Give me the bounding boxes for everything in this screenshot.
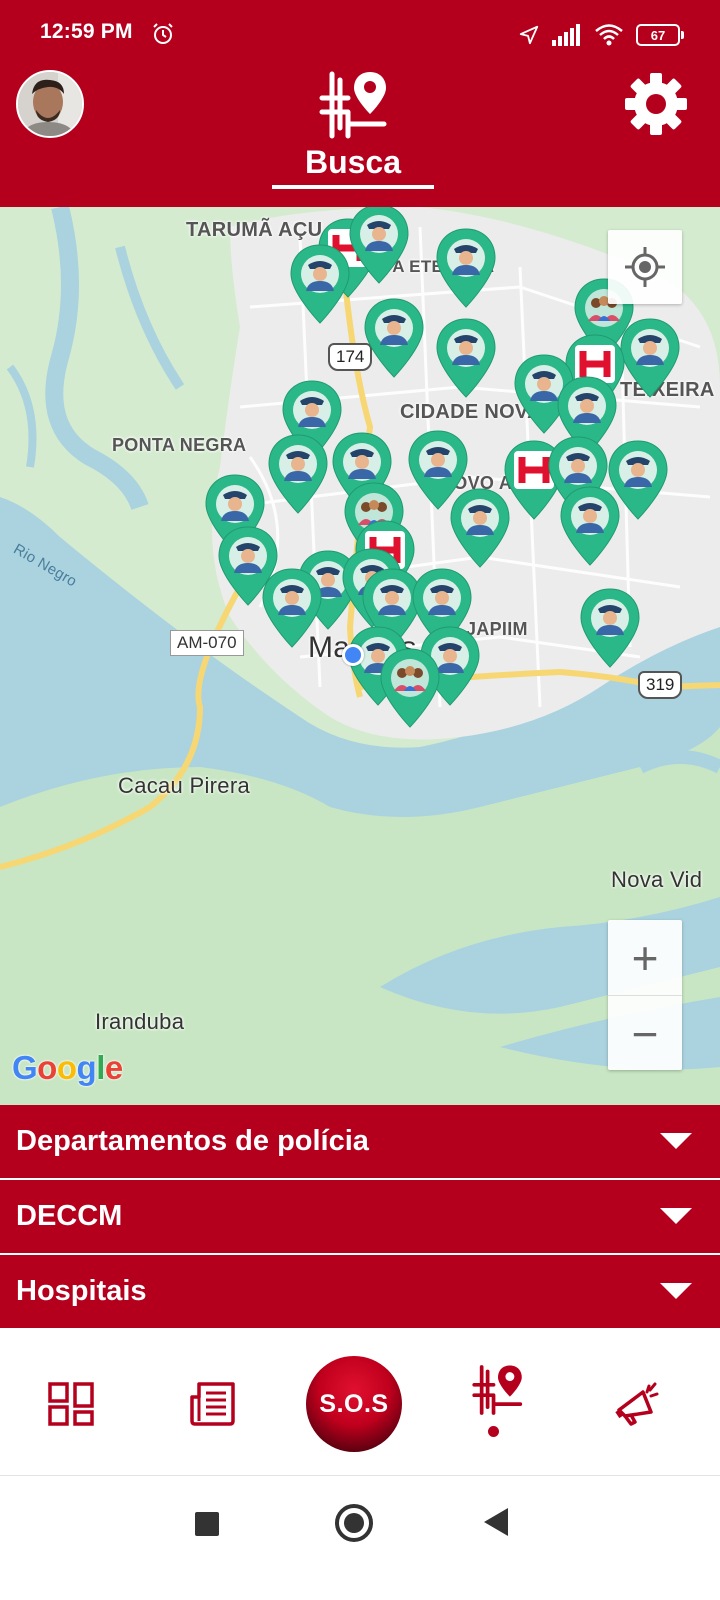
my-location-button[interactable] [608, 230, 682, 304]
gear-icon[interactable] [624, 72, 688, 136]
accordion-item-hospitals[interactable]: Hospitais [0, 1255, 720, 1330]
crosshair-icon [625, 247, 665, 287]
police-station-marker[interactable] [434, 317, 498, 399]
avatar[interactable] [16, 70, 84, 138]
nav-item-alerts[interactable] [606, 1332, 668, 1476]
police-station-marker[interactable] [362, 297, 426, 379]
police-station-marker[interactable] [434, 227, 498, 309]
chevron-down-icon [660, 1208, 692, 1224]
police-station-marker[interactable] [266, 433, 330, 515]
accordion-item-police-departments[interactable]: Departamentos de polícia [0, 1105, 720, 1180]
system-navigation-bar [0, 1476, 720, 1600]
active-indicator [488, 1426, 499, 1437]
battery-level: 67 [650, 27, 666, 43]
police-station-marker[interactable] [578, 587, 642, 669]
zoom-out-button[interactable]: − [608, 996, 682, 1071]
alarm-icon [153, 23, 173, 44]
nav-item-map-search[interactable] [466, 1318, 530, 1462]
police-station-marker[interactable] [260, 567, 324, 649]
recents-button[interactable] [195, 1512, 219, 1536]
signal-icon [552, 24, 580, 46]
dashboard-icon [48, 1382, 94, 1426]
home-button[interactable] [335, 1504, 373, 1542]
chevron-down-icon [660, 1133, 692, 1149]
police-station-marker[interactable] [288, 243, 352, 325]
map-label-iranduba: Iranduba [95, 1009, 185, 1034]
map-route-pin-icon [319, 71, 387, 139]
news-icon [190, 1382, 235, 1426]
user-location-dot [342, 644, 364, 666]
police-station-marker[interactable] [618, 317, 682, 399]
deccm-marker[interactable] [378, 647, 442, 729]
bottom-navigation: S.O.S [0, 1332, 720, 1476]
accordion-label: Departamentos de polícia [16, 1125, 369, 1157]
status-icons: 67 [518, 20, 684, 50]
road-label-319: 319 [638, 671, 683, 699]
map-view[interactable]: TARUMÃ AÇU SANTA ETELVINA CIDADE NOVA PO… [0, 207, 720, 1105]
accordion-item-deccm[interactable]: DECCM [0, 1180, 720, 1255]
police-station-marker[interactable] [558, 485, 622, 567]
megaphone-icon [615, 1382, 659, 1426]
google-logo: Google [12, 1049, 123, 1086]
map-label-cacau-pirera: Cacau Pirera [118, 773, 250, 798]
user-avatar-icon [18, 72, 82, 136]
accordion-label: Hospitais [16, 1275, 147, 1307]
back-button[interactable] [484, 1508, 508, 1536]
map-label-nova-vida: Nova Vid [611, 867, 703, 892]
status-time: 12:59 PM [40, 20, 133, 43]
category-accordion: Departamentos de polícia DECCM Hospitais [0, 1105, 720, 1330]
zoom-controls: + − [608, 920, 682, 1070]
location-arrow-icon [519, 25, 539, 45]
sos-button[interactable]: S.O.S [306, 1356, 402, 1452]
police-station-marker[interactable] [347, 207, 411, 285]
chevron-down-icon [660, 1283, 692, 1299]
map-label-ponta-negra: PONTA NEGRA [112, 435, 247, 455]
nav-item-dashboard[interactable] [40, 1332, 102, 1476]
wifi-icon [595, 24, 623, 46]
battery-icon: 67 [636, 24, 684, 46]
page-title: Busca [304, 144, 402, 180]
road-label-am070: AM-070 [170, 630, 244, 656]
map-label-taruma: TARUMÃ AÇU [186, 219, 323, 241]
app-header: 12:59 PM 67 Busca [0, 0, 720, 210]
nav-item-news[interactable] [182, 1332, 244, 1476]
police-station-marker[interactable] [448, 487, 512, 569]
accordion-label: DECCM [16, 1200, 123, 1232]
app-screen: 12:59 PM 67 Busca TARUMÃ AÇU SANTA ETELV… [0, 0, 720, 1600]
map-search-icon [472, 1365, 523, 1415]
zoom-in-button[interactable]: + [608, 920, 682, 995]
title-underline [272, 185, 434, 189]
